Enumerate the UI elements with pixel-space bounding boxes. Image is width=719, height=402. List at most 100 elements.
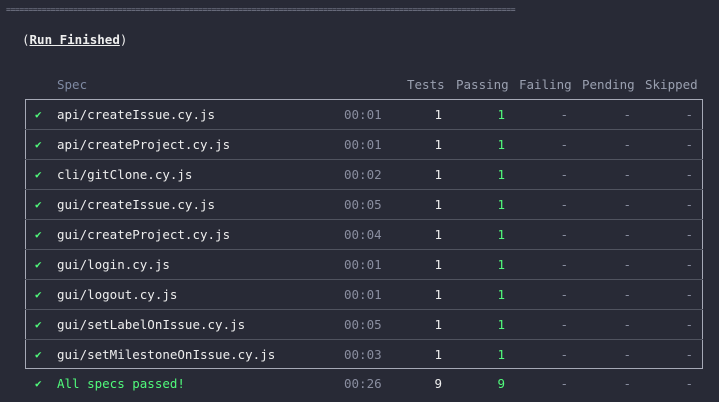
- header-spec: Spec: [57, 77, 88, 92]
- tests-count: 1: [434, 107, 442, 122]
- check-icon: ✔: [35, 138, 42, 151]
- header-failing: Failing: [519, 77, 572, 92]
- table-row: ✔ api/createIssue.cy.js 00:01 1 1 - - -: [25, 100, 703, 130]
- spec-name: api/createIssue.cy.js: [57, 107, 216, 122]
- check-icon: ✔: [35, 318, 42, 331]
- passing-count: 1: [497, 137, 505, 152]
- failing-count: -: [560, 107, 568, 122]
- failing-count: -: [560, 137, 568, 152]
- table-row: ✔ gui/createProject.cy.js 00:04 1 1 - - …: [25, 220, 703, 250]
- failing-count: -: [560, 257, 568, 272]
- pending-count: -: [623, 107, 631, 122]
- passing-count: 1: [497, 107, 505, 122]
- tests-count: 1: [434, 197, 442, 212]
- passing-count: 1: [497, 317, 505, 332]
- check-icon: ✔: [35, 108, 42, 121]
- passing-count: 1: [497, 347, 505, 362]
- pending-count: -: [623, 347, 631, 362]
- passing-count: 1: [497, 197, 505, 212]
- close-paren: ): [119, 32, 128, 47]
- summary-row: ✔ All specs passed! 00:26 9 9 - - -: [25, 369, 703, 399]
- spec-name: cli/gitClone.cy.js: [57, 167, 193, 182]
- skipped-count: -: [685, 257, 693, 272]
- header-skipped: Skipped: [645, 77, 698, 92]
- summary-failing-count: -: [560, 376, 568, 391]
- summary-skipped-count: -: [685, 376, 693, 391]
- tests-count: 1: [434, 137, 442, 152]
- run-finished-heading: (Run Finished): [22, 31, 127, 49]
- failing-count: -: [560, 347, 568, 362]
- failing-count: -: [560, 197, 568, 212]
- table-row: ✔ api/createProject.cy.js 00:01 1 1 - - …: [25, 130, 703, 160]
- spec-name: gui/createProject.cy.js: [57, 227, 231, 242]
- pending-count: -: [623, 257, 631, 272]
- header-pending: Pending: [582, 77, 635, 92]
- spec-name: gui/setLabelOnIssue.cy.js: [57, 317, 246, 332]
- skipped-count: -: [685, 227, 693, 242]
- spec-duration: 00:04: [344, 227, 382, 242]
- failing-count: -: [560, 287, 568, 302]
- failing-count: -: [560, 317, 568, 332]
- passing-count: 1: [497, 287, 505, 302]
- failing-count: -: [560, 167, 568, 182]
- pending-count: -: [623, 167, 631, 182]
- open-paren: (: [22, 32, 30, 47]
- passing-count: 1: [497, 227, 505, 242]
- passing-count: 1: [497, 167, 505, 182]
- spec-duration: 00:05: [344, 197, 382, 212]
- summary-label: All specs passed!: [57, 376, 185, 391]
- spec-duration: 00:01: [344, 137, 382, 152]
- spec-duration: 00:01: [344, 287, 382, 302]
- check-icon: ✔: [35, 198, 42, 211]
- separator-line: ========================================…: [6, 5, 516, 14]
- check-icon: ✔: [35, 168, 42, 181]
- spec-duration: 00:02: [344, 167, 382, 182]
- spec-name: gui/createIssue.cy.js: [57, 197, 216, 212]
- table-row: ✔ gui/createIssue.cy.js 00:05 1 1 - - -: [25, 190, 703, 220]
- summary-duration: 00:26: [344, 376, 382, 391]
- skipped-count: -: [685, 317, 693, 332]
- spec-duration: 00:01: [344, 107, 382, 122]
- pending-count: -: [623, 287, 631, 302]
- table-row: ✔ cli/gitClone.cy.js 00:02 1 1 - - -: [25, 160, 703, 190]
- spec-name: gui/setMilestoneOnIssue.cy.js: [57, 347, 276, 362]
- spec-duration: 00:05: [344, 317, 382, 332]
- failing-count: -: [560, 227, 568, 242]
- summary-tests-count: 9: [434, 376, 442, 391]
- tests-count: 1: [434, 227, 442, 242]
- check-icon: ✔: [35, 377, 42, 390]
- results-table: ✔ api/createIssue.cy.js 00:01 1 1 - - - …: [25, 100, 703, 370]
- pending-count: -: [623, 137, 631, 152]
- skipped-count: -: [685, 137, 693, 152]
- tests-count: 1: [434, 347, 442, 362]
- skipped-count: -: [685, 167, 693, 182]
- check-icon: ✔: [35, 288, 42, 301]
- tests-count: 1: [434, 167, 442, 182]
- terminal-window: ========================================…: [0, 0, 719, 402]
- spec-duration: 00:01: [344, 257, 382, 272]
- summary-pending-count: -: [623, 376, 631, 391]
- check-icon: ✔: [35, 258, 42, 271]
- tests-count: 1: [434, 317, 442, 332]
- pending-count: -: [623, 317, 631, 332]
- pending-count: -: [623, 227, 631, 242]
- spec-name: api/createProject.cy.js: [57, 137, 231, 152]
- header-passing: Passing: [456, 77, 509, 92]
- check-icon: ✔: [35, 228, 42, 241]
- table-row: ✔ gui/setMilestoneOnIssue.cy.js 00:03 1 …: [25, 340, 703, 370]
- spec-name: gui/logout.cy.js: [57, 287, 178, 302]
- skipped-count: -: [685, 107, 693, 122]
- table-row: ✔ gui/login.cy.js 00:01 1 1 - - -: [25, 250, 703, 280]
- tests-count: 1: [434, 287, 442, 302]
- skipped-count: -: [685, 197, 693, 212]
- spec-duration: 00:03: [344, 347, 382, 362]
- run-finished-title: Run Finished: [29, 32, 120, 47]
- tests-count: 1: [434, 257, 442, 272]
- check-icon: ✔: [35, 348, 42, 361]
- pending-count: -: [623, 197, 631, 212]
- passing-count: 1: [497, 257, 505, 272]
- table-row: ✔ gui/setLabelOnIssue.cy.js 00:05 1 1 - …: [25, 310, 703, 340]
- skipped-count: -: [685, 347, 693, 362]
- header-tests: Tests: [407, 77, 445, 92]
- summary-passing-count: 9: [497, 376, 505, 391]
